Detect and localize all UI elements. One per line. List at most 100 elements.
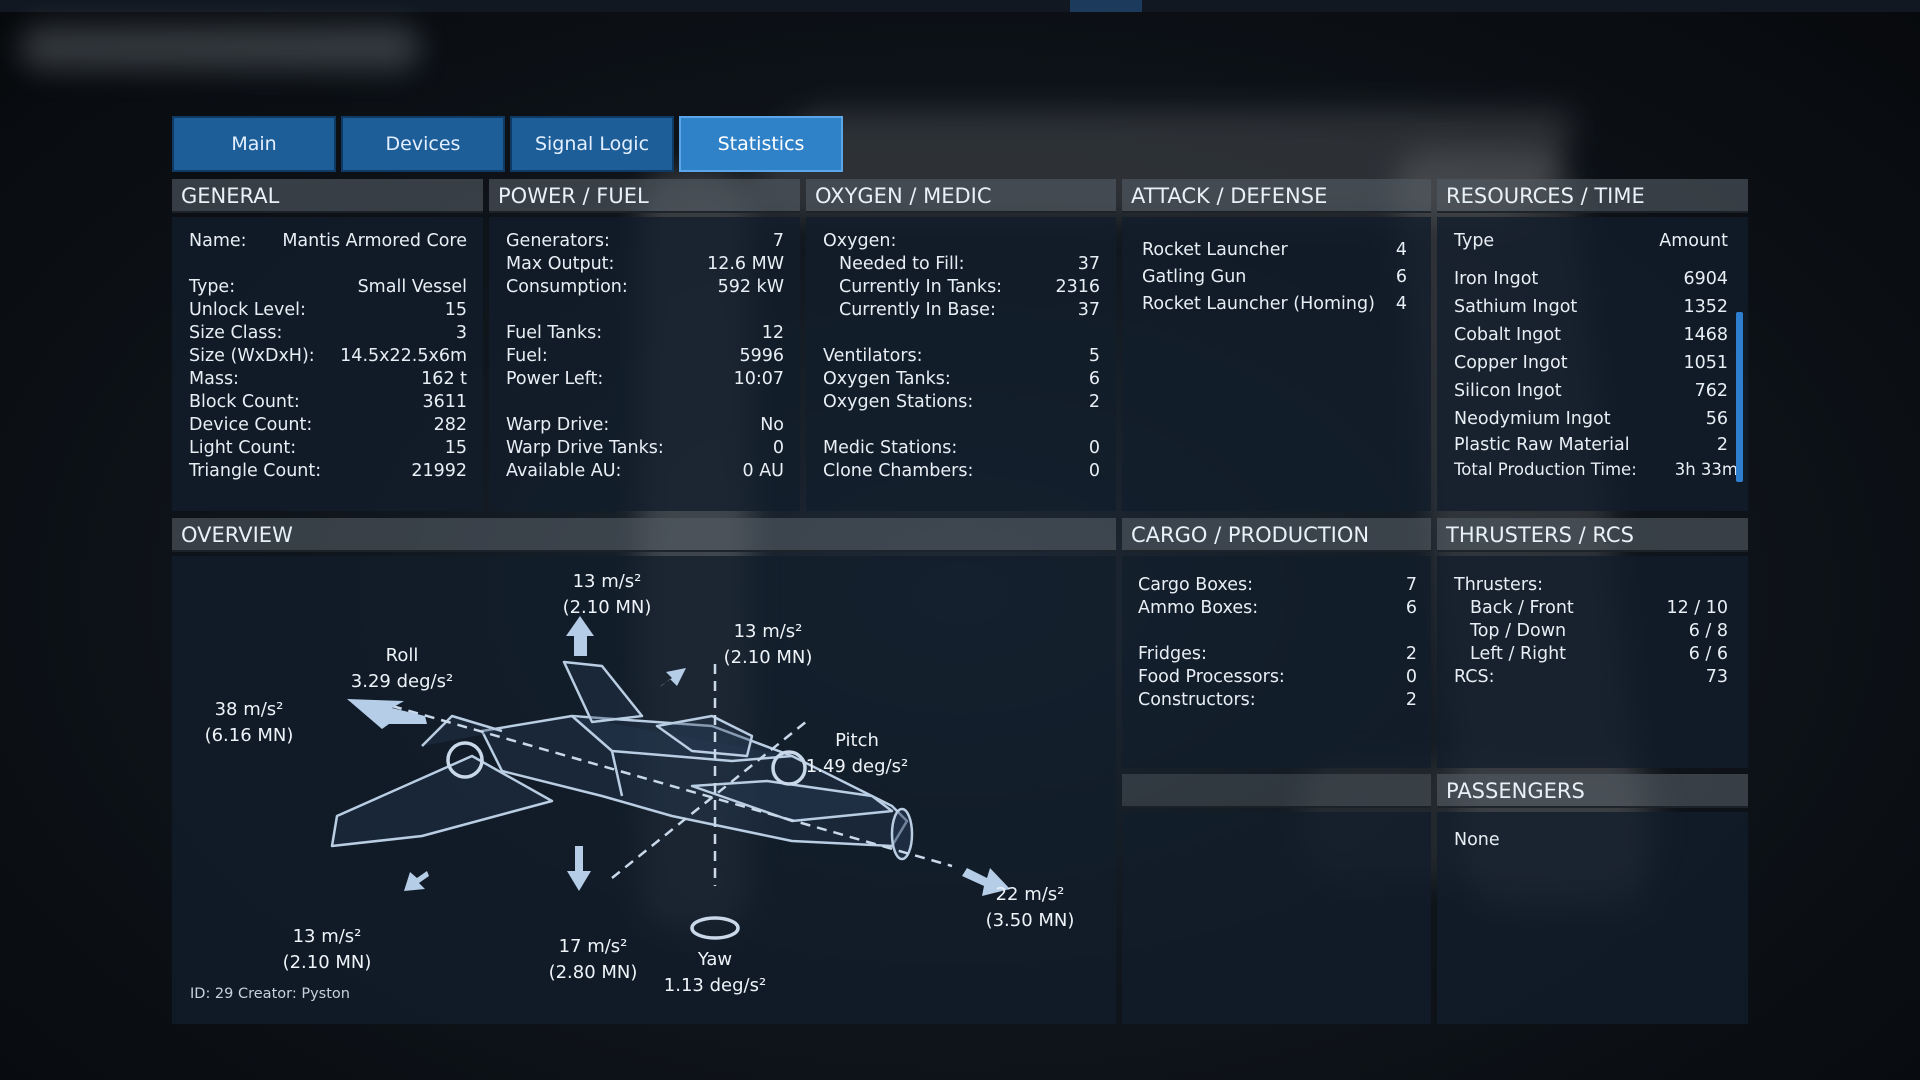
thrusters-rows: Thrusters: Back / Front 12 / 10 Top / Dow… (1454, 574, 1728, 689)
stat-value: Mantis Armored Core (282, 231, 467, 251)
top-strip-accent (1070, 0, 1142, 12)
resource-row[interactable]: Silicon Ingot 762 (1454, 377, 1728, 405)
stat-label: Name: (189, 231, 247, 251)
stat-label: Left / Right (1470, 644, 1567, 664)
stat-label: Triangle Count: (189, 461, 322, 481)
tab-signal-logic[interactable]: Signal Logic (510, 116, 674, 172)
stat-row: Ammo Boxes: 6 (1138, 597, 1417, 620)
thrusters-rcs-title: THRUSTERS / RCS (1437, 518, 1748, 552)
production-time-label: Total Production Time: (1454, 460, 1637, 479)
cargo-production-body: Cargo Boxes: 7 Ammo Boxes: 6 Fridges: 2 Foo… (1122, 556, 1431, 768)
power-fuel-panel: POWER / FUEL Generators: 7 Max Output: 12.… (489, 179, 800, 511)
stat-label: Oxygen Stations: (823, 392, 974, 412)
thrusters-rcs-panel: THRUSTERS / RCS Thrusters: Back / Front 1… (1437, 518, 1748, 768)
weapon-row: Rocket Launcher 4 (1142, 237, 1407, 264)
stat-label: Fridges: (1138, 644, 1207, 664)
weapon-name: Gatling Gun (1142, 267, 1247, 287)
stat-row: RCS: 73 (1454, 666, 1728, 689)
stat-label: Fuel Tanks: (506, 323, 603, 343)
label-text: 17 m/s² (2.80 MN) (548, 936, 638, 983)
resources-time-title: RESOURCES / TIME (1437, 179, 1748, 213)
stat-label: Top / Down (1470, 621, 1567, 641)
stat-row: Triangle Count: 21992 (189, 460, 467, 483)
stat-label: Warp Drive: (506, 415, 610, 435)
stat-value: 162 t (421, 369, 467, 389)
weapon-row: Gatling Gun 6 (1142, 264, 1407, 291)
stat-value: 6 / 8 (1688, 621, 1728, 641)
stat-value: 3 (455, 323, 467, 343)
oxygen-medic-body: Oxygen: Needed to Fill: 37 Currently In T… (806, 217, 1116, 511)
passenger-row: None (1454, 829, 1732, 852)
bg-blur (20, 25, 420, 70)
resource-row[interactable]: Copper Ingot 1051 (1454, 349, 1728, 377)
stat-value: 5 (1088, 346, 1100, 366)
tab-main[interactable]: Main (172, 116, 336, 172)
resource-row[interactable]: Cobalt Ingot 1468 (1454, 321, 1728, 349)
cargo-rows: Cargo Boxes: 7 Ammo Boxes: 6 Fridges: 2 Foo… (1138, 574, 1417, 712)
resource-row[interactable]: Plastic Raw Material 2 (1454, 433, 1728, 458)
thrusters-rcs-body: Thrusters: Back / Front 12 / 10 Top / Dow… (1437, 556, 1748, 768)
stat-label: Clone Chambers: (823, 461, 974, 481)
stat-label: Oxygen: (823, 231, 897, 251)
resource-amount: 1051 (1683, 353, 1728, 373)
oxygen-medic-rows: Oxygen: Needed to Fill: 37 Currently In T… (823, 230, 1100, 483)
weapon-row: Rocket Launcher (Homing) 4 (1142, 291, 1407, 318)
stat-row: Size Class: 3 (189, 322, 467, 345)
tab-devices[interactable]: Devices (341, 116, 505, 172)
stat-row: Currently In Base: 37 (823, 299, 1100, 322)
stat-value: 0 (772, 438, 784, 458)
cargo-production-title: CARGO / PRODUCTION (1122, 518, 1431, 552)
stat-label: Device Count: (189, 415, 313, 435)
stat-row: Fuel Tanks: 12 (506, 322, 784, 345)
attack-defense-title: ATTACK / DEFENSE (1122, 179, 1431, 213)
tab-statistics[interactable]: Statistics (679, 116, 843, 172)
col-type-header: Type (1454, 231, 1495, 251)
stat-value: 2316 (1055, 277, 1100, 297)
resource-amount: 6904 (1683, 269, 1728, 289)
stat-label: Consumption: (506, 277, 628, 297)
stat-row: Medic Stations: 0 (823, 437, 1100, 460)
empty-panel-body (1122, 812, 1431, 1024)
oxygen-medic-panel: OXYGEN / MEDIC Oxygen: Needed to Fill: 37… (806, 179, 1116, 511)
resource-name: Silicon Ingot (1454, 381, 1562, 401)
resources-scrollbar[interactable] (1736, 312, 1743, 482)
general-rows: Name: Mantis Armored Core Type: Small Vess… (189, 230, 467, 483)
resources-header: Type Amount (1454, 229, 1728, 265)
stat-row: Thrusters: (1454, 574, 1728, 597)
stat-value: 592 kW (717, 277, 784, 297)
weapon-count: 4 (1395, 294, 1407, 314)
resource-amount: 2 (1716, 435, 1728, 455)
tab-bar: Main Devices Signal Logic Statistics (172, 116, 843, 172)
stat-value: 10:07 (733, 369, 784, 389)
resource-name: Plastic Raw Material (1454, 435, 1630, 455)
stat-row: Fridges: 2 (1138, 643, 1417, 666)
stat-label: Oxygen Tanks: (823, 369, 951, 389)
passenger-value: None (1454, 830, 1500, 850)
back-thrust-label: 38 m/s² (6.16 MN) (174, 697, 324, 749)
resource-row[interactable]: Iron Ingot 6904 (1454, 265, 1728, 293)
overview-title: OVERVIEW (172, 518, 1116, 552)
resource-name: Neodymium Ingot (1454, 409, 1611, 429)
stat-value: 6 / 6 (1688, 644, 1728, 664)
stat-label: Max Output: (506, 254, 615, 274)
resource-row[interactable]: Neodymium Ingot 56 (1454, 405, 1728, 433)
resources-time-body: Type Amount Iron Ingot 6904 Sathium Ingot… (1437, 217, 1748, 511)
stat-label: Ventilators: (823, 346, 923, 366)
stat-value: 7 (772, 231, 784, 251)
label-text: Pitch 1.49 deg/s² (805, 730, 909, 777)
stat-label: Currently In Base: (839, 300, 996, 320)
resource-row[interactable]: Sathium Ingot 1352 (1454, 293, 1728, 321)
stat-row: Clone Chambers: 0 (823, 460, 1100, 483)
stat-row: Light Count: 15 (189, 437, 467, 460)
overview-panel: OVERVIEW 13 m/s² (2.10 MN) 13 m/s² (2.10… (172, 518, 1116, 1024)
stat-row: Back / Front 12 / 10 (1454, 597, 1728, 620)
general-panel: GENERAL Name: Mantis Armored Core Type: Sm… (172, 179, 483, 511)
stat-row: Left / Right 6 / 6 (1454, 643, 1728, 666)
stat-label: Food Processors: (1138, 667, 1285, 687)
stat-row: Available AU: 0 AU (506, 460, 784, 483)
stat-value: 3611 (422, 392, 467, 412)
resource-amount: 1468 (1683, 325, 1728, 345)
stat-value: 15 (444, 438, 467, 458)
stat-label: Cargo Boxes: (1138, 575, 1253, 595)
stat-label: Block Count: (189, 392, 300, 412)
